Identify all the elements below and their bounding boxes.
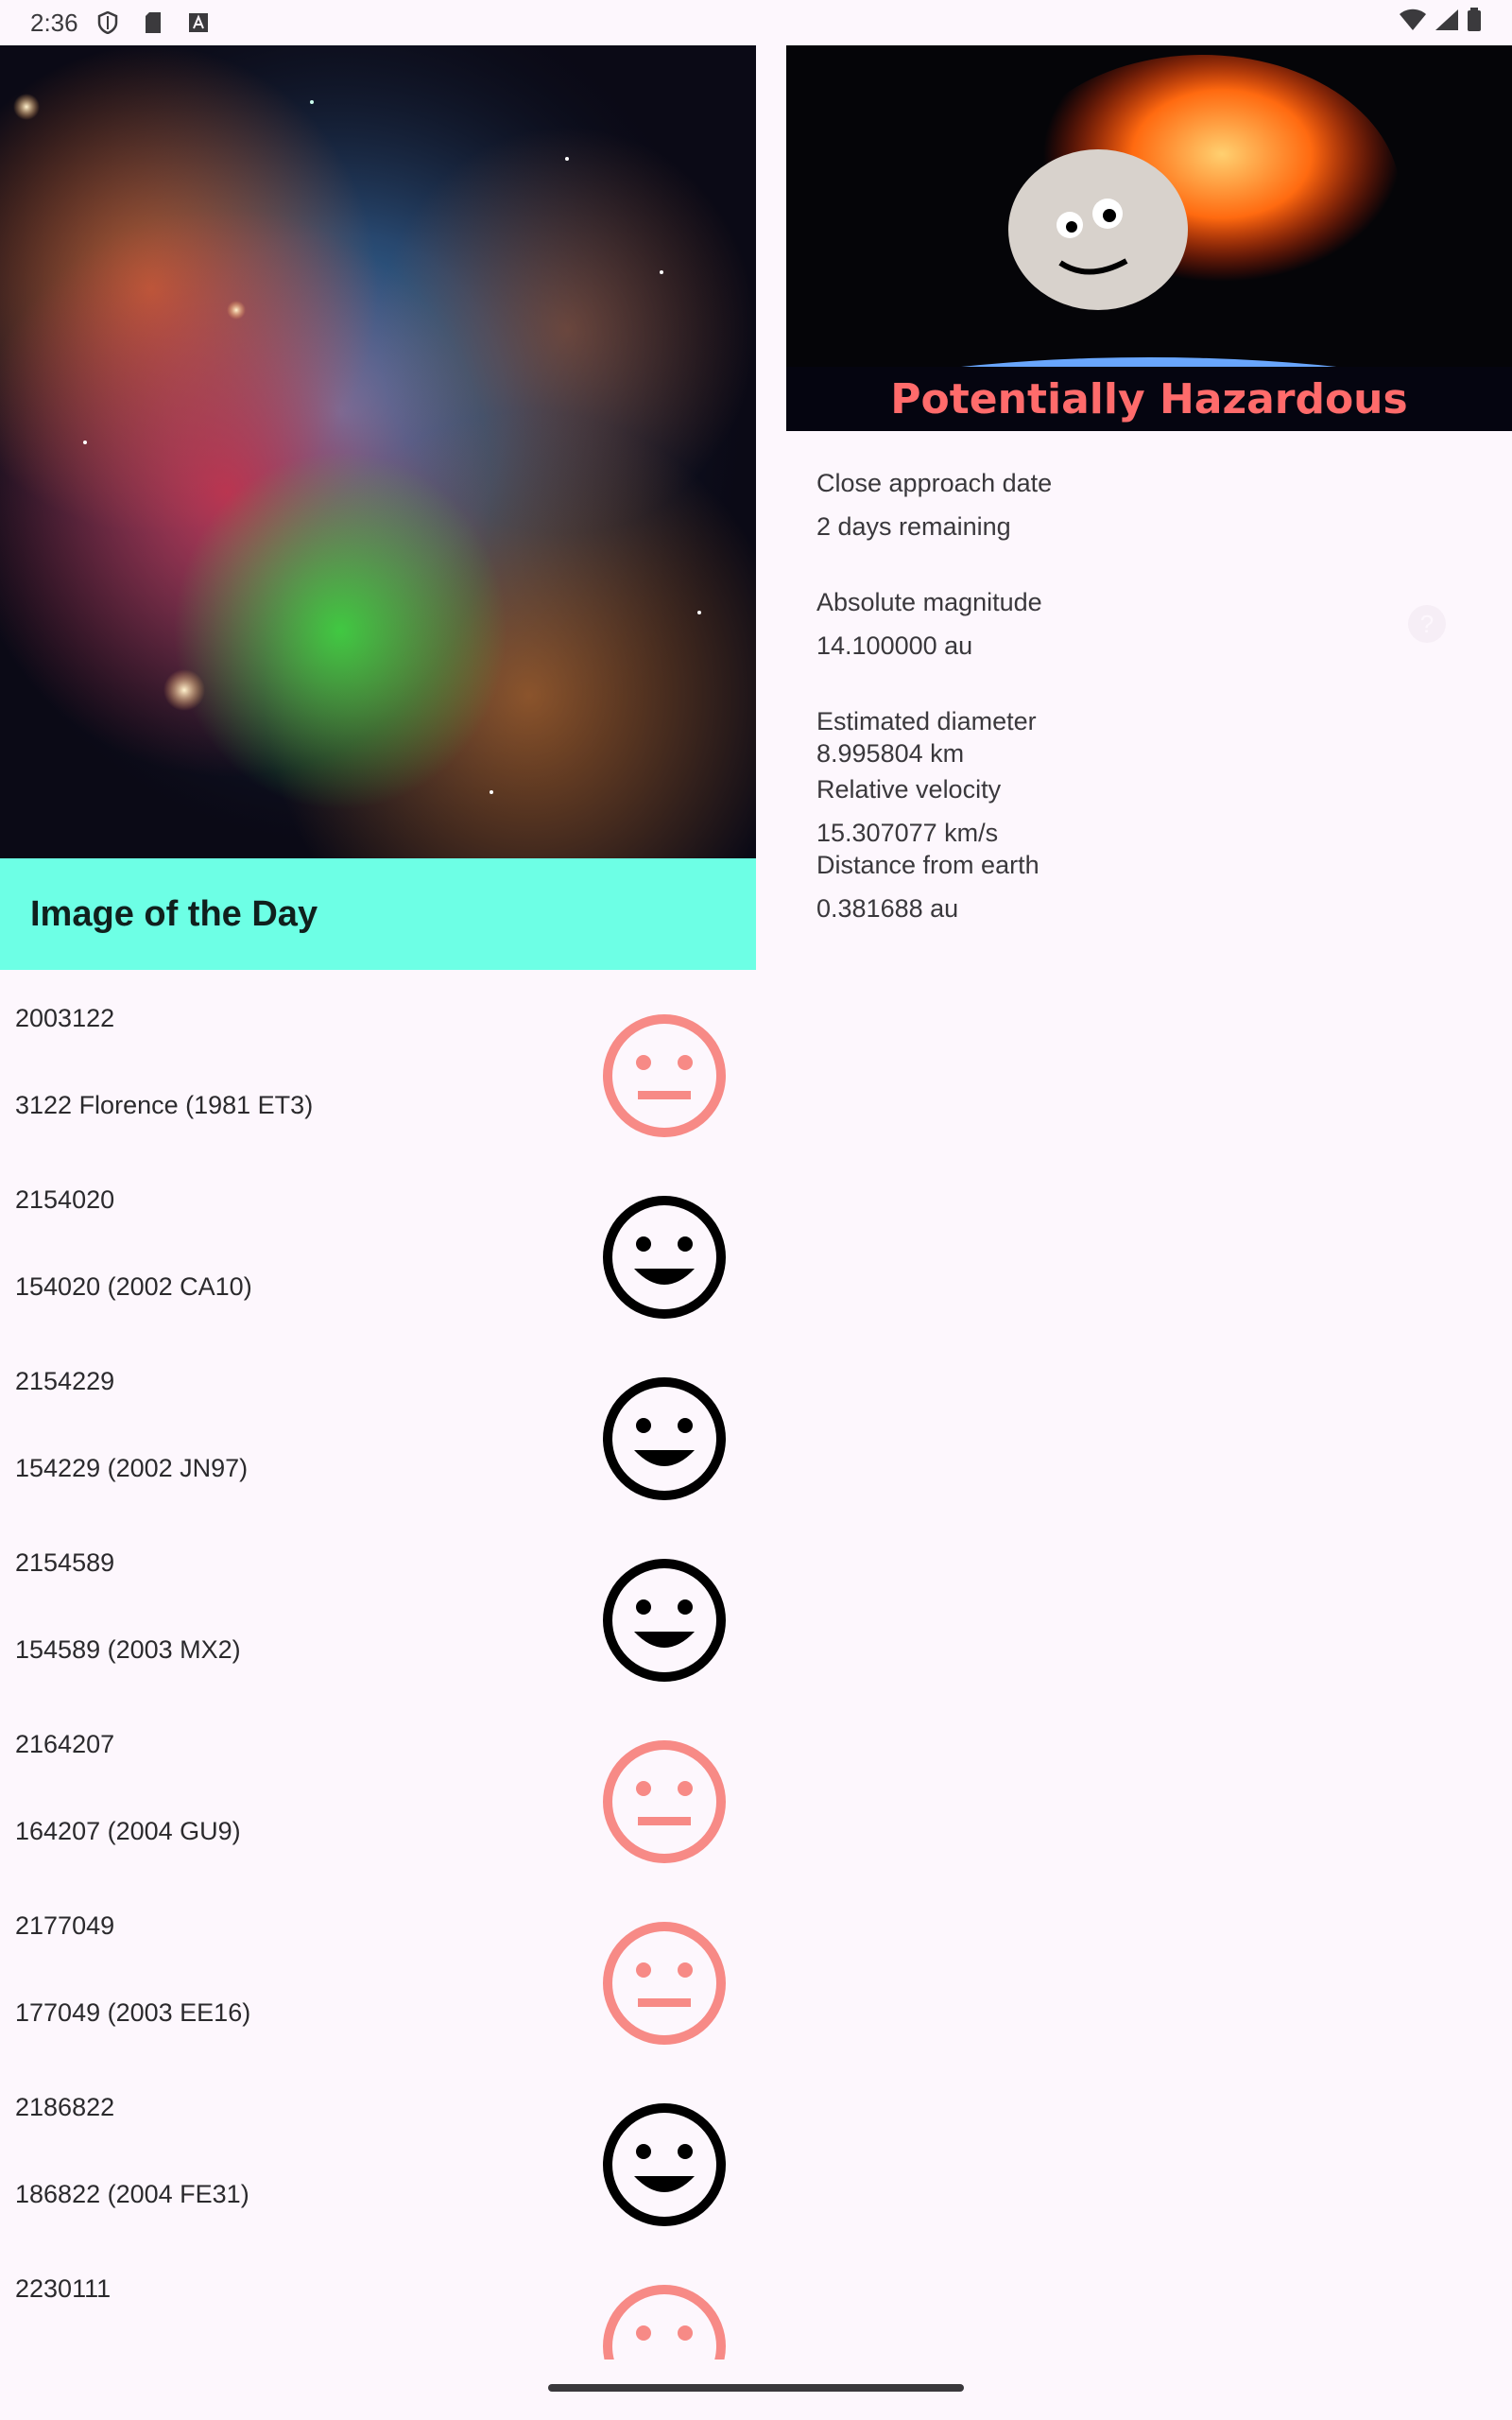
neutral-face-icon: [603, 1922, 726, 2045]
nebula-image: [0, 45, 756, 858]
asteroid-id: 2164207: [15, 1730, 115, 1758]
distance-from-earth-label: Distance from earth: [816, 851, 1040, 879]
a-box-icon: [186, 10, 211, 35]
asteroid-name: 177049 (2003 EE16): [15, 1998, 251, 2027]
relative-velocity-label: Relative velocity: [816, 775, 1002, 804]
potentially-hazardous-label: Potentially Hazardous: [890, 375, 1408, 424]
estimated-diameter-value: 8.995804 km: [816, 739, 965, 768]
cell-signal-icon: [1435, 9, 1459, 38]
gesture-navigation-handle[interactable]: [548, 2384, 964, 2392]
asteroid-name: 154229 (2002 JN97): [15, 1454, 249, 1482]
asteroid-list-item[interactable]: 2154229 154229 (2002 JN97): [0, 1333, 756, 1514]
distance-from-earth-value: 0.381688 au: [816, 894, 959, 923]
smiley-face-icon: [603, 1196, 726, 1319]
asteroid-id: 2154589: [15, 1548, 115, 1577]
asteroid-name: 164207 (2004 GU9): [15, 1817, 241, 1845]
asteroid-list-item[interactable]: 2164207 164207 (2004 GU9): [0, 1696, 756, 1877]
wifi-icon: [1399, 9, 1427, 38]
asteroid-name: 186822 (2004 FE31): [15, 2180, 249, 2208]
status-bar: 2:36: [0, 0, 1512, 45]
asteroid-name: 154589 (2003 MX2): [15, 1635, 241, 1664]
asteroid-list-item[interactable]: 2154589 154589 (2003 MX2): [0, 1514, 756, 1696]
asteroid-list-item[interactable]: 2177049 177049 (2003 EE16): [0, 1877, 756, 2059]
smiley-face-icon: [603, 2103, 726, 2226]
estimated-diameter-label: Estimated diameter: [816, 707, 1037, 735]
neutral-face-icon: [603, 2285, 726, 2360]
help-icon[interactable]: ?: [1408, 605, 1446, 643]
close-approach-label: Close approach date: [816, 469, 1053, 497]
image-of-day-title: Image of the Day: [30, 893, 318, 934]
asteroid-id: 2186822: [15, 2093, 115, 2121]
neutral-face-icon: [603, 1014, 726, 1137]
left-pane: Image of the Day 2003122 3122 Florence (1…: [0, 45, 756, 2360]
asteroid-id: 2154229: [15, 1367, 115, 1395]
asteroid-id: 2177049: [15, 1911, 115, 1940]
asteroid-name: 154020 (2002 CA10): [15, 1272, 252, 1301]
asteroid-id: 2154020: [15, 1185, 115, 1214]
sd-card-icon: [141, 10, 165, 35]
absolute-magnitude-value: 14.100000 au: [816, 631, 973, 660]
asteroid-details: Close approach date 2 days remaining Abs…: [786, 431, 1512, 925]
status-right-icons: [1399, 7, 1482, 39]
close-approach-value: 2 days remaining: [816, 512, 1011, 541]
smiley-face-icon: [603, 1559, 726, 1682]
absolute-magnitude-label: Absolute magnitude: [816, 588, 1042, 616]
asteroid-id: 2003122: [15, 1004, 115, 1032]
shield-icon: [95, 10, 120, 35]
hazard-banner-image: Potentially Hazardous: [786, 45, 1512, 431]
asteroid-name: 3122 Florence (1981 ET3): [15, 1091, 314, 1119]
relative-velocity-value: 15.307077 km/s: [816, 819, 999, 847]
asteroid-list-item[interactable]: 2154020 154020 (2002 CA10): [0, 1151, 756, 1333]
asteroid-list: 2003122 3122 Florence (1981 ET3) 2154020 15…: [0, 970, 756, 2360]
asteroid-list-item[interactable]: 2003122 3122 Florence (1981 ET3): [0, 970, 756, 1151]
asteroid-list-item[interactable]: 2186822 186822 (2004 FE31): [0, 2059, 756, 2240]
asteroid-detail-pane: Potentially Hazardous Close approach dat…: [786, 45, 1512, 2360]
flaming-asteroid-illustration: [786, 45, 1512, 431]
image-of-day-header: Image of the Day: [0, 858, 756, 970]
asteroid-list-item[interactable]: 2230111: [0, 2240, 756, 2360]
battery-icon: [1467, 7, 1482, 39]
smiley-face-icon: [603, 1377, 726, 1500]
neutral-face-icon: [603, 1740, 726, 1863]
asteroid-id: 2230111: [15, 2274, 112, 2303]
image-of-day-picture[interactable]: [0, 45, 756, 858]
status-time: 2:36: [30, 8, 78, 37]
